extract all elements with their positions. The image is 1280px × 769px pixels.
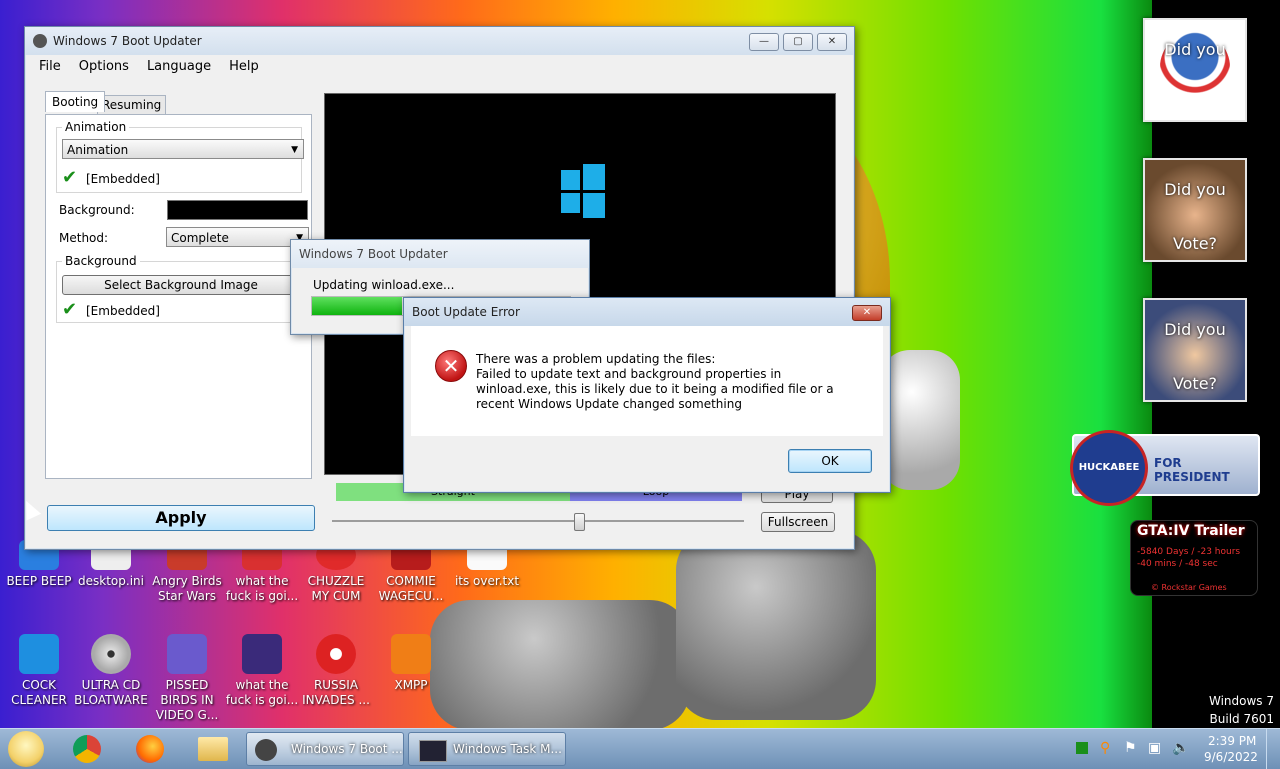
animation-status: [Embedded] — [86, 172, 160, 186]
tray-search-icon[interactable]: ⚲ — [1100, 740, 1110, 756]
mascot-glove — [880, 350, 960, 490]
taskbar-item-task-manager[interactable]: Windows Task M... — [408, 732, 566, 766]
mascot-shoe-left — [430, 600, 690, 730]
tray-network-icon[interactable]: ▣ — [1148, 740, 1161, 756]
windows-watermark-line2: Build 7601 — [1209, 712, 1274, 726]
gadget-mccain[interactable]: Did you Vote? — [1143, 158, 1247, 262]
error-line2: Failed to update text and background pro… — [476, 367, 834, 411]
taskbar: Windows 7 Boot ... Windows Task M... ⚲ ⚑… — [0, 728, 1280, 769]
window-title: Windows 7 Boot Updater — [53, 34, 202, 48]
progress-title: Windows 7 Boot Updater — [299, 247, 448, 261]
cd-icon — [91, 634, 131, 674]
menu-language[interactable]: Language — [147, 59, 211, 74]
mascot-shoe-right — [676, 530, 876, 720]
gta-line2: -40 mins / -48 sec — [1137, 559, 1218, 569]
error-titlebar[interactable]: Boot Update Error — [404, 298, 890, 326]
progress-status: Updating winload.exe... — [313, 278, 455, 292]
select-background-button[interactable]: Select Background Image — [62, 275, 300, 295]
gadget-huckabee[interactable]: HUCKABEE FOR PRESIDENT — [1070, 430, 1260, 506]
background-status: [Embedded] — [86, 304, 160, 318]
clock-date[interactable]: 9/6/2022 — [1204, 750, 1258, 764]
gadget-clinton-text1: Did you — [1164, 320, 1226, 339]
radiation-icon — [316, 634, 356, 674]
error-title: Boot Update Error — [412, 305, 520, 319]
show-desktop-button[interactable] — [1266, 729, 1280, 769]
ok-button[interactable]: OK — [788, 449, 872, 473]
menu-file[interactable]: File — [39, 59, 61, 74]
fullscreen-button[interactable]: Fullscreen — [761, 512, 835, 532]
tray-volume-icon[interactable]: 🔈 — [1172, 740, 1189, 756]
menu-bar: File Options Language Help — [25, 55, 854, 78]
tab-booting[interactable]: Booting — [45, 91, 106, 112]
angry-birds-space-icon — [242, 634, 282, 674]
pissed-birds-icon — [167, 634, 207, 674]
timeline-slider-thumb[interactable] — [574, 513, 586, 531]
tab-resuming[interactable]: Resuming — [97, 95, 167, 115]
huckabee-seal: HUCKABEE — [1070, 430, 1148, 506]
animation-group-label: Animation — [62, 120, 130, 134]
desktop-icon-what-the-2[interactable]: what the fuck is goi... — [223, 634, 301, 708]
windows-logo-icon — [561, 164, 605, 218]
gta-line1: -5840 Days / -23 hours — [1137, 547, 1241, 557]
task-manager-icon — [419, 740, 447, 762]
menu-help[interactable]: Help — [229, 59, 259, 74]
maximize-button[interactable]: ▢ — [783, 33, 813, 51]
firefox-icon[interactable] — [136, 735, 164, 763]
explorer-icon[interactable] — [198, 737, 228, 761]
booting-panel: Animation Animation ▼ ✔ [Embedded] Backg… — [45, 114, 312, 479]
timeline-track — [332, 520, 744, 522]
desktop-icon-cock-cleaner[interactable]: COCK CLEANER — [0, 634, 78, 708]
desktop-icon-russia[interactable]: RUSSIA INVADES ... — [297, 634, 375, 708]
tray-green-square-icon[interactable] — [1076, 742, 1088, 754]
chevron-down-icon: ▼ — [291, 145, 298, 155]
minimize-button[interactable]: — — [749, 33, 779, 51]
error-dialog: Boot Update Error ✕ ✕ There was a proble… — [403, 297, 891, 493]
checkmark-icon: ✔ — [62, 167, 78, 188]
gadget-clinton[interactable]: Did you Vote? — [1143, 298, 1247, 402]
gadget-clinton-text2: Vote? — [1172, 374, 1218, 393]
clock-time[interactable]: 2:39 PM — [1208, 734, 1256, 748]
error-line1: There was a problem updating the files: — [476, 352, 716, 366]
windows-watermark-line1: Windows 7 — [1208, 694, 1274, 708]
background-color-swatch[interactable] — [167, 200, 308, 220]
method-dropdown[interactable]: Complete ▼ — [166, 227, 309, 247]
gadget-obama[interactable]: Did you — [1143, 18, 1247, 122]
error-icon: ✕ — [435, 350, 467, 382]
chrome-icon[interactable] — [73, 735, 101, 763]
background-label: Background: — [59, 203, 135, 217]
background-group-label: Background — [62, 254, 140, 268]
gadget-obama-text: Did you — [1164, 40, 1226, 59]
gadget-gta-countdown[interactable]: GTA:IV Trailer -5840 Days / -23 hours -4… — [1130, 520, 1258, 596]
checkmark-icon: ✔ — [62, 299, 78, 320]
start-button[interactable] — [8, 731, 44, 767]
gadget-mccain-text2: Vote? — [1172, 234, 1218, 253]
tray-flag-icon[interactable]: ⚑ — [1124, 740, 1137, 756]
gadget-mccain-text1: Did you — [1164, 180, 1226, 199]
desktop-icon-ultra-cd[interactable]: ULTRA CD BLOATWARE — [72, 634, 150, 708]
close-button[interactable]: ✕ — [817, 33, 847, 51]
boot-updater-task-icon — [255, 739, 277, 761]
menu-options[interactable]: Options — [79, 59, 129, 74]
desktop-icon-xmpp[interactable]: XMPP — [372, 634, 450, 693]
close-button[interactable]: ✕ — [852, 305, 882, 321]
huckabee-tagline: FOR PRESIDENT — [1154, 456, 1230, 484]
app-icon — [33, 34, 47, 48]
apply-button[interactable]: Apply — [47, 505, 315, 531]
taskbar-item-boot-updater[interactable]: Windows 7 Boot ... — [246, 732, 404, 766]
cleaner-icon — [19, 634, 59, 674]
xmpp-icon — [391, 634, 431, 674]
error-content: ✕ There was a problem updating the files… — [411, 326, 883, 436]
gta-footer: © Rockstar Games — [1151, 583, 1227, 592]
progress-titlebar[interactable]: Windows 7 Boot Updater — [291, 240, 589, 268]
gta-title: GTA:IV Trailer — [1137, 523, 1245, 539]
boot-updater-titlebar[interactable]: Windows 7 Boot Updater — [25, 27, 854, 55]
animation-dropdown[interactable]: Animation ▼ — [62, 139, 304, 159]
desktop-icon-pissed-birds[interactable]: PISSED BIRDS IN VIDEO G... — [148, 634, 226, 723]
progress-bar-fill — [312, 297, 403, 315]
method-label: Method: — [59, 231, 109, 245]
